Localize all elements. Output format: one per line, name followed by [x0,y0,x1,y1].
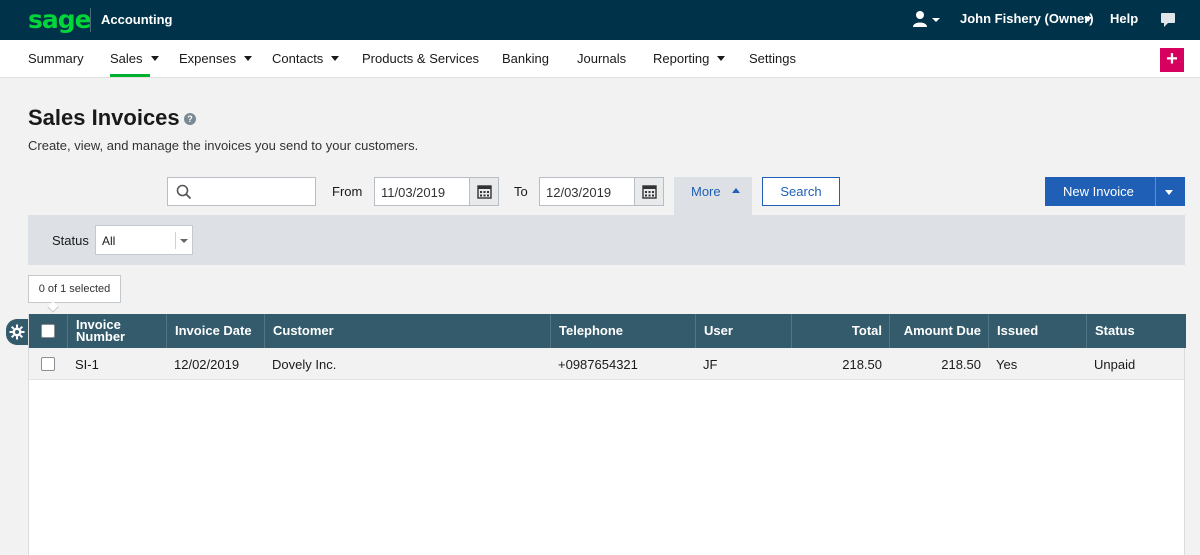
active-nav-indicator [110,74,150,77]
help-link[interactable]: Help [1110,11,1138,26]
column-customer[interactable]: Customer [264,314,551,348]
chevron-down-icon[interactable] [1084,17,1092,22]
cell-invoice-number[interactable]: SI-1 [75,357,99,372]
from-date-input[interactable]: 11/03/2019 [374,177,499,206]
new-invoice-label: New Invoice [1063,184,1134,199]
search-icon [176,184,192,200]
from-label: From [332,184,363,199]
caret-down-icon [244,56,253,62]
column-telephone[interactable]: Telephone [550,314,696,348]
nav-item-journals[interactable]: Journals [577,51,626,66]
calendar-icon[interactable] [634,178,663,205]
cell-invoice-date: 12/02/2019 [174,357,240,372]
button-divider [1155,177,1156,206]
cell-user: JF [703,357,718,372]
nav-item-sales[interactable]: Sales [110,51,159,66]
cell-customer: Dovely Inc. [272,357,337,372]
status-filter-label: Status [52,233,89,248]
status-select-value: All [102,234,116,248]
caret-down-icon [331,56,340,62]
status-select[interactable]: All [95,225,193,255]
to-label: To [514,184,528,199]
new-invoice-button[interactable]: New Invoice [1045,177,1185,206]
quick-create-button[interactable]: + [1160,48,1184,72]
nav-item-expenses[interactable]: Expenses [179,51,253,66]
gear-icon [9,324,25,340]
caret-down-icon [717,56,726,62]
user-menu[interactable]: John Fishery (Owner) [960,11,1094,26]
nav-item-settings[interactable]: Settings [749,51,796,66]
main-nav: Summary Sales Expenses Contacts Products… [0,40,1200,78]
top-bar: sage Accounting John Fishery (Owner) Hel… [0,0,1200,40]
table-header: Invoice Number Invoice Date Customer Tel… [29,314,1186,348]
table-row[interactable]: SI-1 12/02/2019 Dovely Inc. +0987654321 … [29,348,1184,380]
cell-status: Unpaid [1094,357,1136,372]
column-user[interactable]: User [695,314,792,348]
help-icon[interactable]: ? [184,113,196,125]
column-invoice-date[interactable]: Invoice Date [166,314,265,348]
caret-up-icon [732,188,740,193]
chat-icon[interactable] [1160,12,1176,33]
more-filters-panel: Status All [28,215,1185,265]
cell-telephone: +0987654321 [558,357,638,372]
nav-item-summary[interactable]: Summary [28,51,84,66]
nav-item-contacts[interactable]: Contacts [272,51,340,66]
search-input[interactable] [167,177,316,206]
invoices-table: Invoice Number Invoice Date Customer Tel… [28,314,1186,555]
search-button[interactable]: Search [762,177,840,206]
column-total[interactable]: Total [791,314,890,348]
chevron-down-icon [180,239,188,243]
column-invoice-number[interactable]: Invoice Number [67,314,167,348]
page-subtitle: Create, view, and manage the invoices yo… [28,138,419,153]
to-date-input[interactable]: 12/03/2019 [539,177,664,206]
to-date-value: 12/03/2019 [546,185,612,200]
chevron-down-icon[interactable] [1165,190,1173,195]
cell-issued: Yes [996,357,1018,372]
app-name: Accounting [101,12,173,27]
page-title: Sales Invoices [28,105,180,130]
more-label: More [691,184,721,199]
select-all-checkbox[interactable] [41,324,55,338]
column-issued[interactable]: Issued [988,314,1087,348]
column-settings-button[interactable] [6,319,28,345]
row-checkbox[interactable] [41,357,55,371]
cell-total: 218.50 [842,357,882,372]
sage-logo[interactable]: sage [28,5,92,34]
select-divider [175,232,176,249]
column-status[interactable]: Status [1086,314,1186,348]
cell-amount-due: 218.50 [941,357,981,372]
column-amount-due[interactable]: Amount Due [889,314,989,348]
nav-item-banking[interactable]: Banking [502,51,549,66]
caret-down-icon [150,56,159,62]
nav-item-reporting[interactable]: Reporting [653,51,726,66]
user-icon[interactable] [912,10,940,30]
selection-count: 0 of 1 selected [28,275,121,303]
from-date-value: 11/03/2019 [381,185,446,200]
calendar-icon[interactable] [469,178,498,205]
nav-item-products-services[interactable]: Products & Services [362,51,479,66]
topbar-divider [90,8,91,32]
more-filters-toggle[interactable]: More [674,177,752,215]
